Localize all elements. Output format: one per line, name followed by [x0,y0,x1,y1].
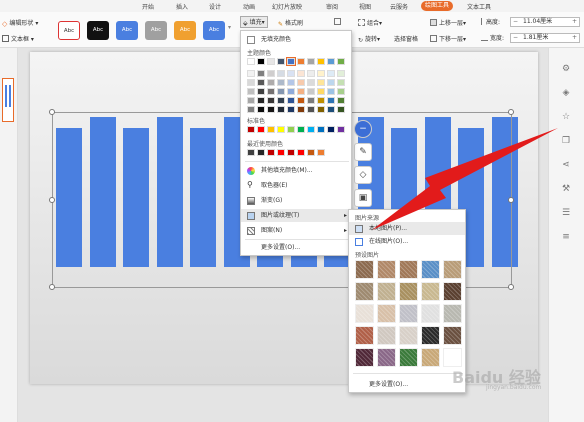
annotation-arrow [372,128,558,230]
red-arrow-icon [372,128,558,230]
watermark-url: jingyan.baidu.com [486,384,542,391]
